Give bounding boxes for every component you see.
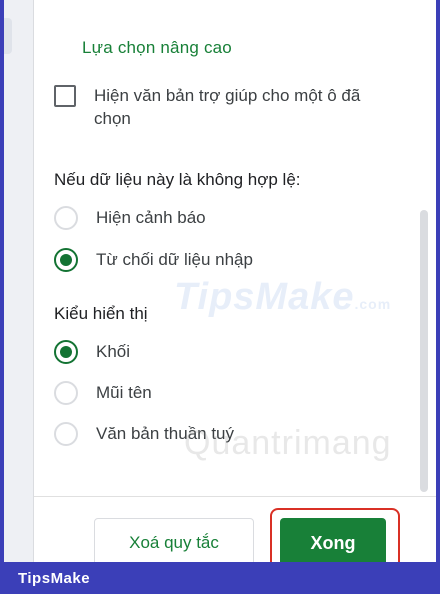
radio-label: Mũi tên <box>96 383 152 402</box>
radio-button-selected[interactable] <box>54 340 78 364</box>
radio-button[interactable] <box>54 381 78 405</box>
radio-button[interactable] <box>54 206 78 230</box>
radio-label: Khối <box>96 342 131 361</box>
tipsmake-watermark: TipsMake.com <box>174 276 392 318</box>
data-validation-panel: Lựa chọn nâng cao Hiện văn bản trợ giúp … <box>4 0 436 562</box>
invalid-data-label: Nếu dữ liệu này là không hợp lệ: <box>54 170 301 189</box>
helptext-checkbox[interactable] <box>54 85 76 107</box>
advanced-options-title[interactable]: Lựa chọn nâng cao <box>82 38 232 58</box>
helptext-option[interactable]: Hiện văn bản trợ giúp cho một ô đã chọn <box>54 84 394 130</box>
collapsed-tab <box>4 18 12 54</box>
clear-rule-button[interactable]: Xoá quy tắc <box>94 518 254 562</box>
radio-reject-input[interactable]: Từ chối dữ liệu nhập <box>54 248 253 272</box>
radio-label: Từ chối dữ liệu nhập <box>96 250 253 269</box>
helptext-label: Hiện văn bản trợ giúp cho một ô đã chọn <box>94 86 361 128</box>
radio-show-warning[interactable]: Hiện cảnh báo <box>54 206 206 230</box>
radio-style-arrow[interactable]: Mũi tên <box>54 381 152 405</box>
display-style-label: Kiểu hiển thị <box>54 304 148 323</box>
done-button[interactable]: Xong <box>280 518 386 562</box>
tipsmake-brand-bar: TipsMake <box>0 562 440 594</box>
quantrimang-watermark: Quantrimang <box>184 424 392 462</box>
radio-button-selected[interactable] <box>54 248 78 272</box>
radio-label: Hiện cảnh báo <box>96 208 206 227</box>
brand-label: TipsMake <box>18 569 91 587</box>
radio-style-chip[interactable]: Khối <box>54 340 130 364</box>
footer-divider <box>34 496 436 497</box>
left-strip <box>4 0 34 562</box>
radio-button[interactable] <box>54 422 78 446</box>
panel-content: Lựa chọn nâng cao Hiện văn bản trợ giúp … <box>34 0 436 562</box>
vertical-scrollbar[interactable] <box>420 210 428 492</box>
